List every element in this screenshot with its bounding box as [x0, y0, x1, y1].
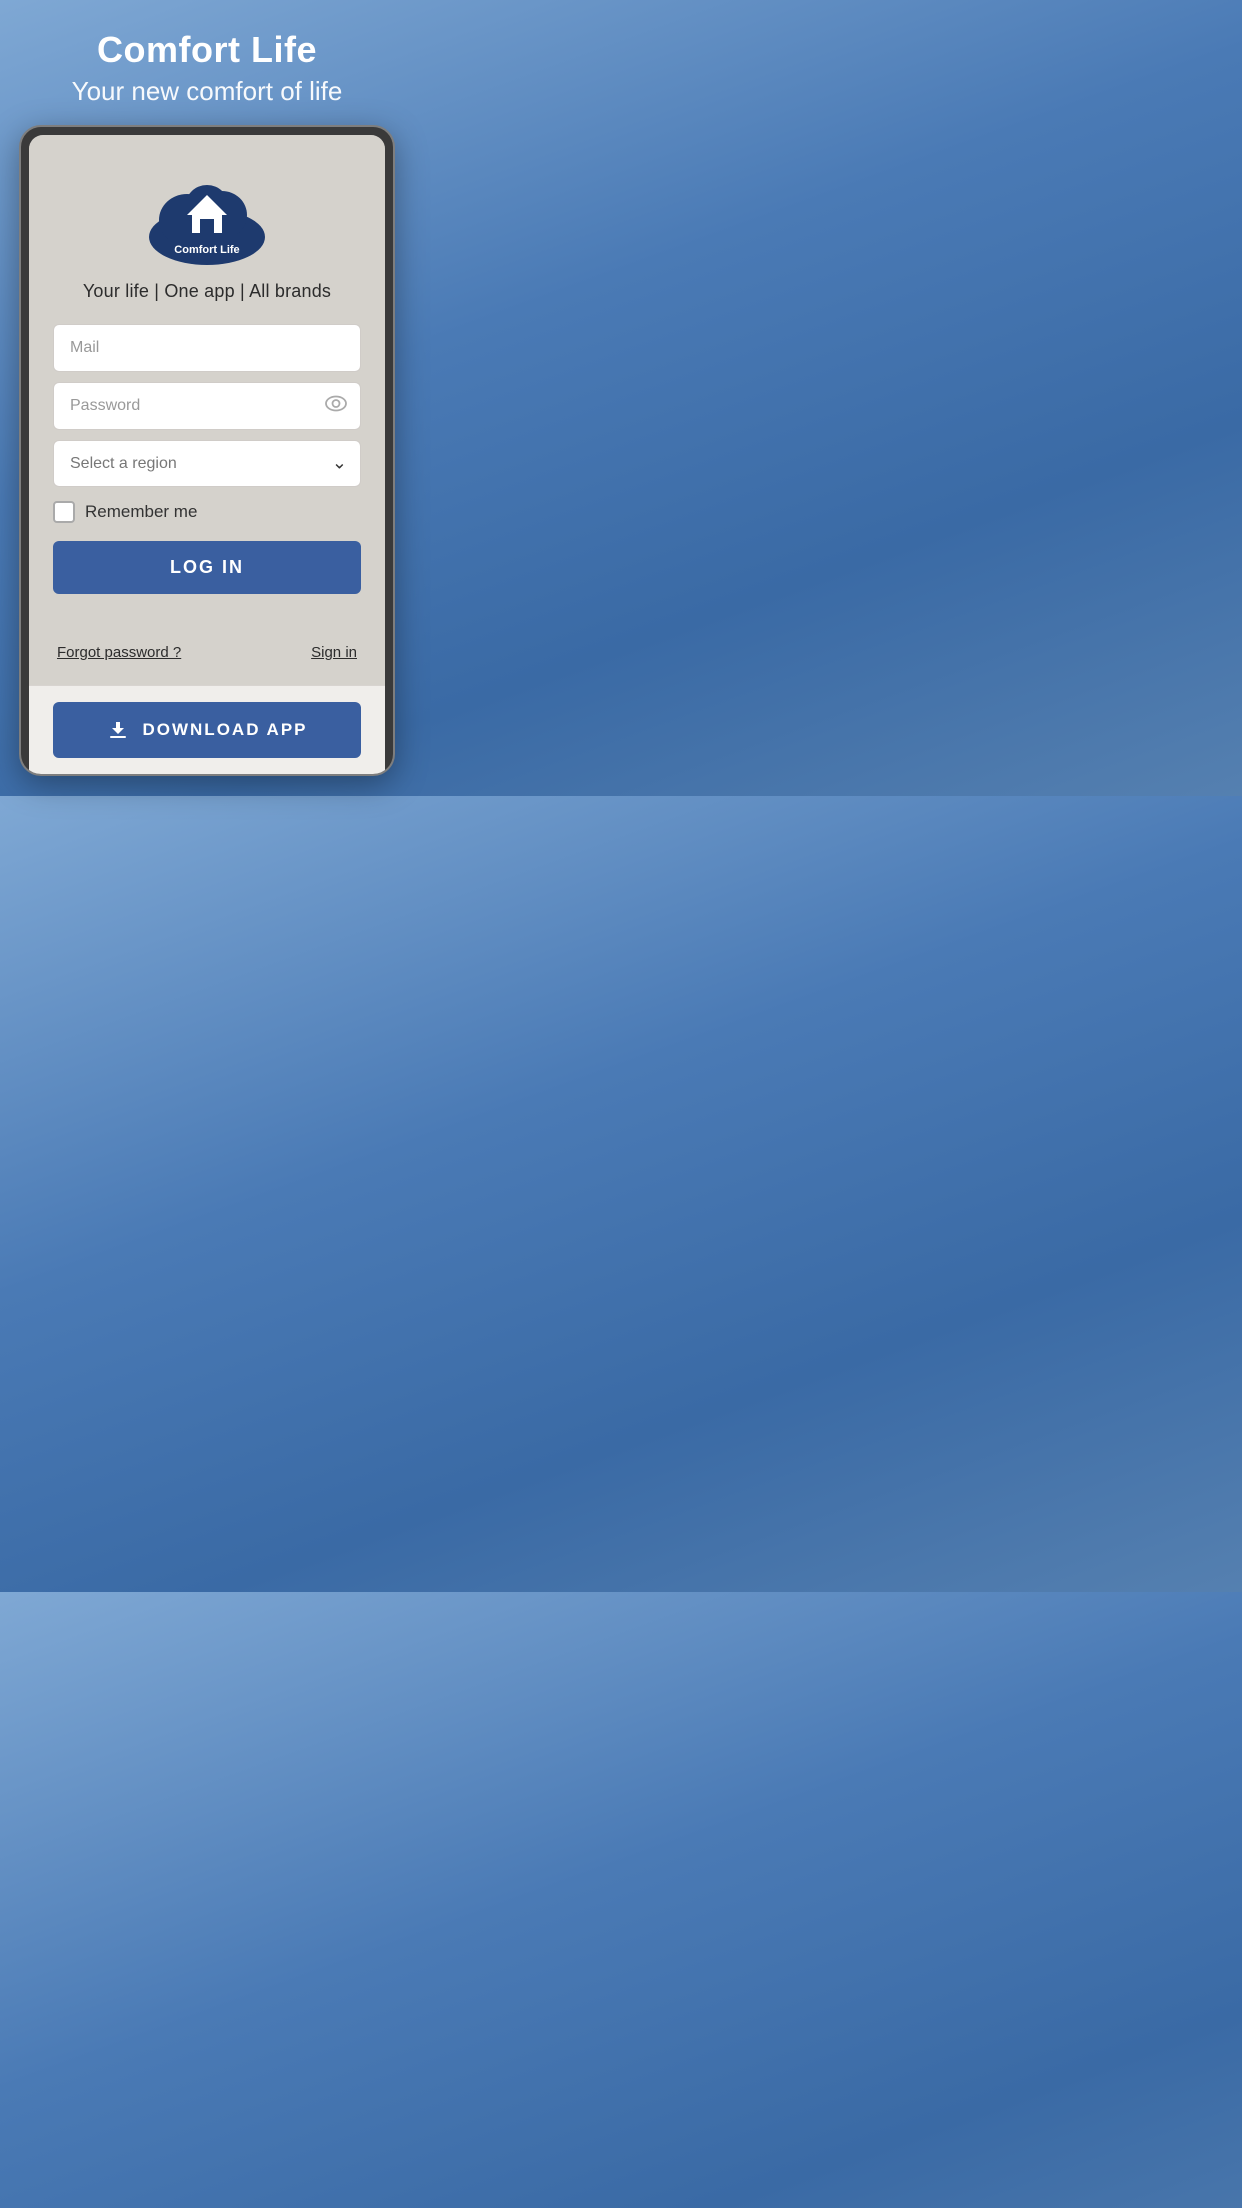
- region-select[interactable]: Select a region Europe America Asia: [53, 440, 361, 487]
- download-app-button[interactable]: DOWNLOAD APP: [53, 702, 361, 758]
- device-frame: Comfort Life Your life | One app | All b…: [19, 125, 395, 776]
- password-field-group: [53, 382, 361, 430]
- password-input[interactable]: [53, 382, 361, 430]
- remember-me-row: Remember me: [53, 501, 361, 523]
- region-field-group: Select a region Europe America Asia ⌄: [53, 440, 361, 487]
- mail-field-group: [53, 324, 361, 372]
- login-content: Comfort Life Your life | One app | All b…: [53, 165, 361, 661]
- app-subtitle: Your new comfort of life: [72, 76, 343, 107]
- remember-me-label: Remember me: [85, 502, 197, 522]
- login-button[interactable]: LOG IN: [53, 541, 361, 594]
- app-header: Comfort Life Your new comfort of life: [52, 30, 363, 107]
- forgot-password-link[interactable]: Forgot password ?: [57, 644, 181, 661]
- svg-text:Comfort Life: Comfort Life: [174, 244, 239, 256]
- tagline: Your life | One app | All brands: [53, 281, 361, 302]
- logo-container: Comfort Life: [53, 165, 361, 265]
- mail-input[interactable]: [53, 324, 361, 372]
- links-row: Forgot password ? Sign in: [53, 644, 361, 661]
- bottom-bar: DOWNLOAD APP: [29, 685, 385, 774]
- toggle-password-icon[interactable]: [325, 395, 347, 416]
- remember-me-checkbox[interactable]: [53, 501, 75, 523]
- app-title: Comfort Life: [72, 30, 343, 70]
- download-icon: [106, 718, 130, 742]
- login-card: Comfort Life Your life | One app | All b…: [29, 135, 385, 685]
- sign-in-link[interactable]: Sign in: [311, 644, 357, 661]
- app-logo: Comfort Life: [142, 165, 272, 265]
- download-button-label: DOWNLOAD APP: [142, 720, 307, 740]
